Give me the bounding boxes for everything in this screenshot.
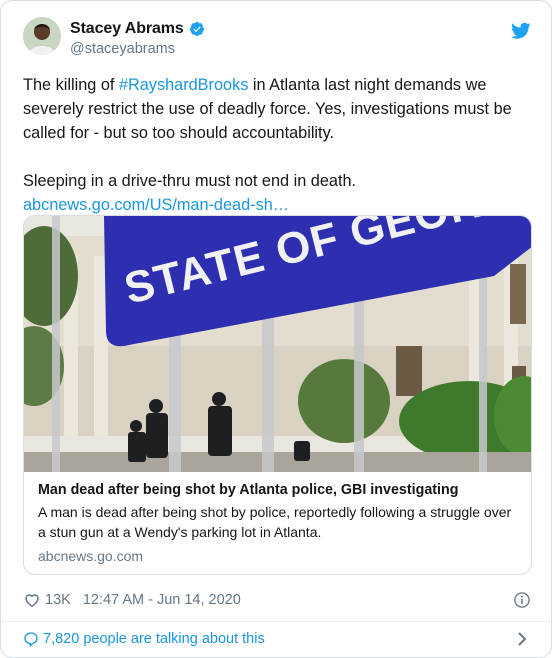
tweet-embed: Stacey Abrams @staceyabrams The killing … [0,0,552,658]
verified-badge-icon [189,21,204,37]
tweet-header: Stacey Abrams @staceyabrams [23,17,531,65]
avatar[interactable] [23,17,61,55]
heart-icon[interactable] [23,591,41,609]
card-description: A man is dead after being shot by police… [38,504,512,540]
tweet-meta: 13K 12:47 AM - Jun 14, 2020 [23,589,531,611]
info-icon[interactable] [513,591,531,609]
article-link[interactable]: abcnews.go.com/US/man-dead-sh… [23,196,289,214]
twitter-bird-icon[interactable] [511,22,531,40]
card-title[interactable]: Man dead after being shot by Atlanta pol… [38,480,519,500]
chevron-right-icon[interactable] [517,632,527,646]
divider [1,621,551,622]
tweet-paragraph-two: Sleeping in a drive-thru must not end in… [23,172,357,190]
author-handle[interactable]: @staceyabrams [70,41,205,57]
link-card[interactable]: STATE OF GEORG Man dead after being shot… [23,215,532,575]
card-image: STATE OF GEORG [24,216,531,472]
like-count[interactable]: 13K [45,592,71,608]
tweet-text-part: The killing of [23,76,119,94]
timestamp[interactable]: 12:47 AM - Jun 14, 2020 [83,592,241,608]
speech-bubble-icon [24,632,38,647]
conversation-label[interactable]: 7,820 people are talking about this [43,631,265,647]
tweet-text: The killing of #RayshardBrooks in Atlant… [23,73,523,217]
author-names: Stacey Abrams @staceyabrams [70,20,205,57]
card-domain: abcnews.go.com [38,548,144,564]
tweet-paragraph: The killing of #RayshardBrooks in Atlant… [23,73,523,145]
hashtag-link[interactable]: #RayshardBrooks [119,76,248,94]
card-text: Man dead after being shot by Atlanta pol… [38,480,519,566]
author-display-name[interactable]: Stacey Abrams [70,20,184,38]
conversation-row[interactable]: 7,820 people are talking about this [23,628,531,650]
